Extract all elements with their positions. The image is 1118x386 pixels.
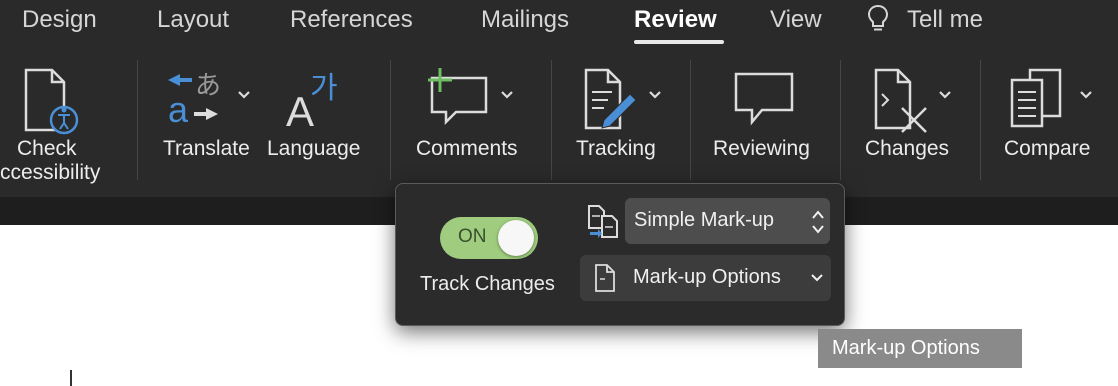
chevron-down-icon[interactable] [237,90,251,100]
tracking-pencil-icon [584,68,637,130]
translate-icon: あ a [168,71,221,130]
reviewing-button[interactable]: Reviewing [700,60,830,188]
tab-references[interactable]: References [290,6,413,34]
chevron-down-icon[interactable] [500,90,514,100]
reviewing-label: Reviewing [713,137,810,160]
markup-options-label: Mark-up Options [633,266,781,288]
language-label: Language [267,137,361,160]
tab-mailings[interactable]: Mailings [481,6,569,34]
check-accessibility-button[interactable]: Check ccessibility [0,60,125,188]
tooltip-text: Mark-up Options [832,337,980,359]
tab-design[interactable]: Design [22,6,97,34]
track-changes-toggle[interactable]: ON [440,217,538,259]
svg-text:a: a [168,89,189,130]
accessibility-check-icon [24,68,79,135]
ribbon-separator [980,60,981,180]
tooltip: Mark-up Options [818,329,1022,368]
language-button[interactable]: A 가 Language [262,60,372,188]
chevron-down-icon[interactable] [648,90,662,100]
tab-view[interactable]: View [770,6,822,34]
check-accessibility-label-1: Check [17,137,77,160]
changes-icon [874,68,927,133]
up-down-chevron-icon [812,210,824,234]
document-icon [595,264,615,292]
tracking-label: Tracking [576,137,656,160]
tracking-popover: ON Track Changes Simple Mark-up Mark-up … [395,183,845,326]
ribbon-separator [390,60,391,180]
tell-me-search[interactable]: Tell me [907,6,983,34]
markup-view-icon [588,205,618,238]
language-icon: A 가 [286,71,338,134]
ribbon-separator [137,60,138,180]
comments-button[interactable]: Comments [400,60,540,188]
markup-options-dropdown[interactable]: Mark-up Options [580,255,831,301]
track-changes-label: Track Changes [420,273,555,295]
chevron-down-icon [811,274,823,282]
changes-button[interactable]: Changes [850,60,970,188]
changes-label: Changes [865,137,950,160]
translate-button[interactable]: あ a Translate [150,60,260,188]
svg-text:가: 가 [310,71,338,106]
ribbon-tab-bar: Design Layout References Mailings Review… [0,0,1118,50]
comment-add-icon [428,68,488,126]
translate-label: Translate [163,137,250,160]
toggle-knob [498,220,534,256]
markup-view-value: Simple Mark-up [634,209,775,231]
reviewing-icon [734,72,794,126]
chevron-down-icon[interactable] [1079,90,1093,100]
markup-view-select[interactable]: Simple Mark-up [625,198,830,244]
text-cursor [70,370,72,386]
ribbon-separator [690,60,691,180]
tracking-button[interactable]: Tracking [560,60,680,188]
tab-review[interactable]: Review [634,6,717,34]
compare-label: Compare [1004,137,1091,160]
compare-icon [1010,68,1062,128]
tab-layout[interactable]: Layout [157,6,229,34]
toggle-state-label: ON [458,226,487,247]
ribbon-separator [840,60,841,180]
svg-text:あ: あ [195,71,221,101]
ribbon-separator [551,60,552,180]
comments-label: Comments [416,137,518,160]
active-tab-indicator [634,40,724,44]
check-accessibility-label-2: ccessibility [0,161,101,184]
compare-button[interactable]: Compare [990,60,1118,188]
lightbulb-icon [866,3,890,42]
chevron-down-icon[interactable] [938,90,952,100]
